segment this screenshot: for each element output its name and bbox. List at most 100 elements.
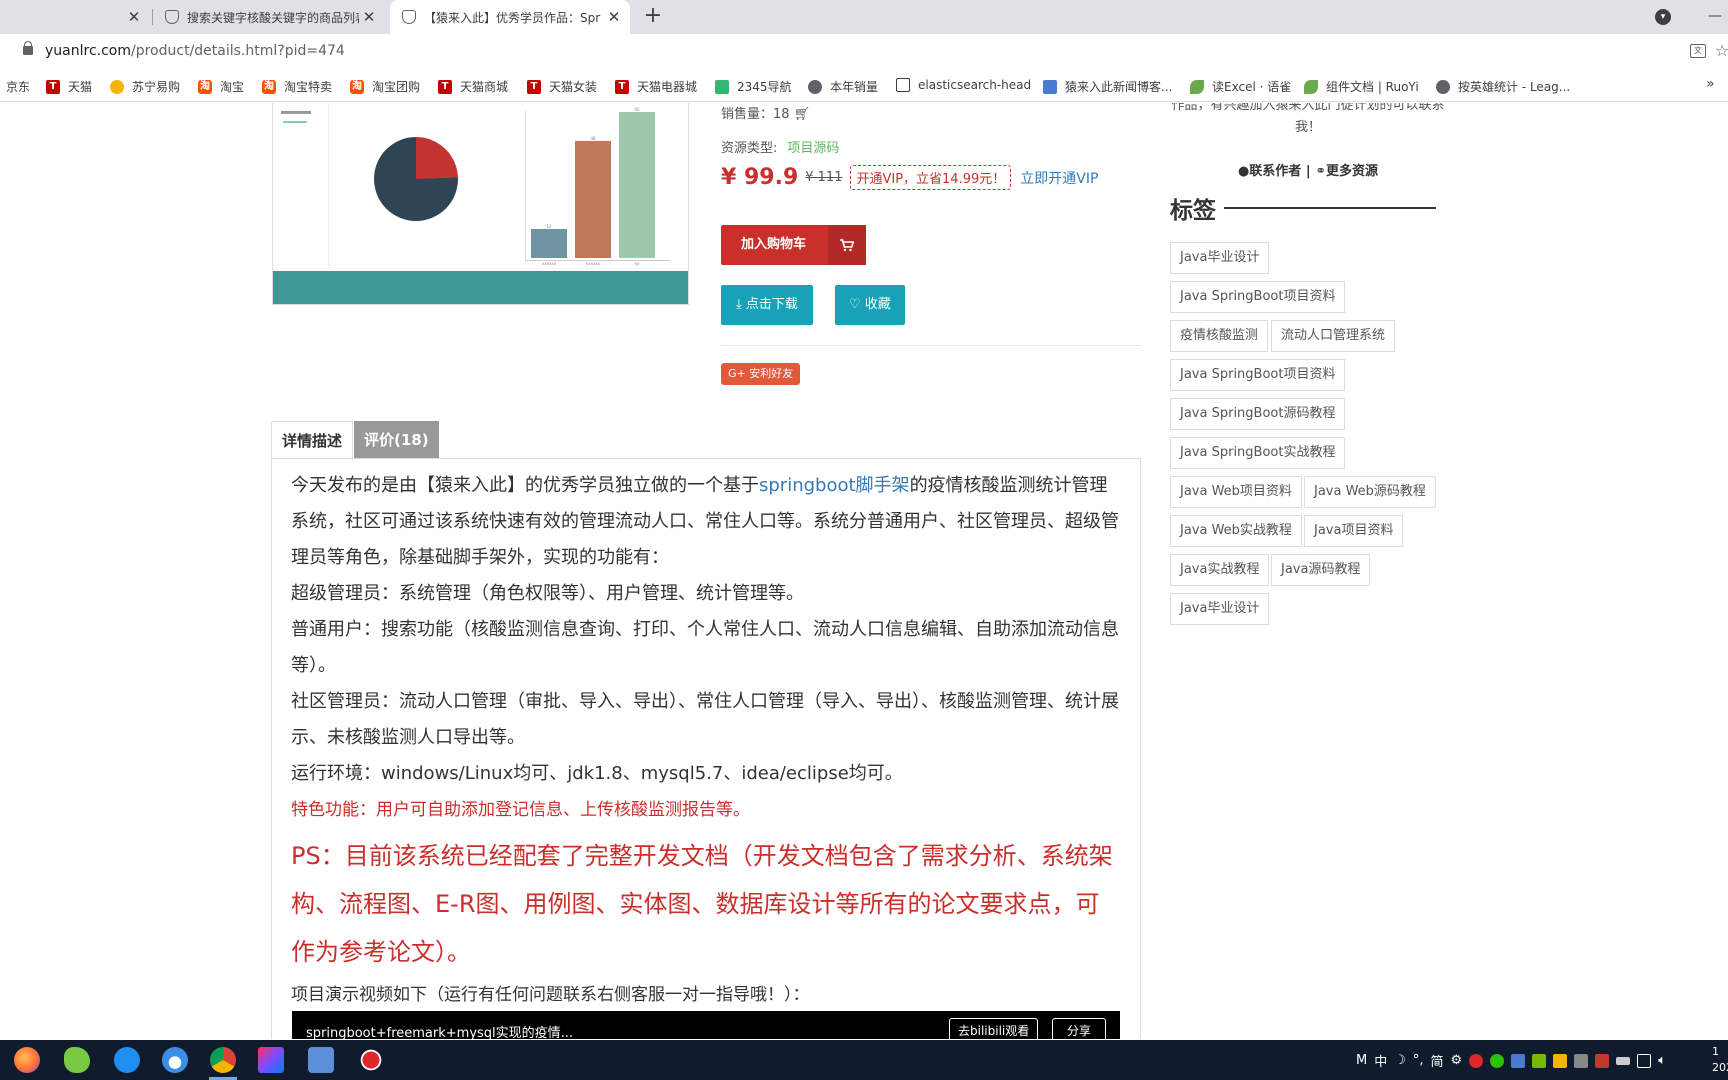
settings-icon[interactable]: ⚙ xyxy=(1451,1053,1463,1068)
product-preview-image[interactable]: 12 xxxxxx 48 xxxxxx 60 xx xyxy=(272,103,689,305)
intellij-idea-icon[interactable] xyxy=(258,1047,284,1073)
bookmark-item[interactable]: 2345导航 xyxy=(715,78,792,95)
tag-item[interactable]: Java源码教程 xyxy=(1271,554,1371,586)
firefox-icon[interactable] xyxy=(14,1047,40,1073)
bookmark-item[interactable]: 猿来入此新闻博客... xyxy=(1043,78,1172,95)
ime-punct-icon[interactable]: °, xyxy=(1413,1053,1424,1068)
taobao-icon: 淘 xyxy=(198,79,212,94)
close-icon[interactable]: ✕ xyxy=(604,8,624,26)
elasticsearch-icon xyxy=(896,78,910,92)
bookmark-item[interactable]: 苏宁易购 xyxy=(110,78,180,95)
tab-search-icon[interactable]: ▾ xyxy=(1655,9,1671,25)
preview-bar-label: xxxxxx xyxy=(541,261,557,266)
translate-icon[interactable]: 文 xyxy=(1690,44,1706,58)
video-share-button[interactable]: 分享 xyxy=(1052,1018,1107,1039)
tab-reviews[interactable]: 评价(18) xyxy=(354,421,439,459)
tag-item[interactable]: Java实战教程 xyxy=(1170,554,1270,586)
favorite-button[interactable]: ♡ 收藏 xyxy=(835,285,905,325)
bookmark-item[interactable]: T 天猫 xyxy=(46,78,92,95)
tag-item[interactable]: Java SpringBoot实战教程 xyxy=(1170,437,1346,469)
bookmark-item[interactable]: 京东 xyxy=(6,78,30,95)
contact-author-link[interactable]: 联系作者 xyxy=(1249,164,1301,179)
app-tray-icon[interactable] xyxy=(1574,1053,1589,1068)
chrome-icon[interactable] xyxy=(210,1047,236,1073)
bookmark-item[interactable]: T 天猫商城 xyxy=(438,78,508,95)
bookmark-label: 天猫女装 xyxy=(549,80,598,94)
url-field[interactable]: yuanlrc.com/product/details.html?pid=474 xyxy=(45,43,345,59)
share-friend-button[interactable]: G+ 安利好友 xyxy=(721,363,801,385)
tag-item[interactable]: Java项目资料 xyxy=(1304,515,1404,547)
wechat-icon[interactable] xyxy=(1490,1053,1505,1068)
ime-simplified-indicator[interactable]: 简 xyxy=(1431,1051,1444,1070)
app-tray-icon[interactable] xyxy=(1511,1053,1526,1068)
link-separator: | xyxy=(1305,164,1311,179)
battery-icon[interactable] xyxy=(1616,1056,1631,1065)
open-vip-link[interactable]: 立即开通VIP xyxy=(1020,168,1098,188)
bookmark-item[interactable]: 淘淘宝特卖 xyxy=(262,78,332,95)
add-to-cart-button[interactable]: 加入购物车 xyxy=(721,225,867,265)
springboot-link[interactable]: springboot脚手架 xyxy=(759,475,910,496)
tag-item[interactable]: Java Web实战教程 xyxy=(1170,515,1302,547)
network-icon[interactable] xyxy=(1637,1053,1652,1068)
system-clock[interactable]: 1202 xyxy=(1712,1044,1728,1076)
video-player[interactable]: springboot+freemark+mysql实现的疫情... 去bilib… xyxy=(292,1011,1120,1039)
bookmark-item[interactable]: 淘淘宝 xyxy=(198,78,244,95)
bookmark-star-icon[interactable]: ☆ xyxy=(1715,41,1728,60)
bookmark-item[interactable]: 本年销量 xyxy=(808,78,878,95)
community-admin-features: 社区管理员：流动人口管理（审批、导入、导出）、常住人口管理（导入、导出）、核酸监… xyxy=(291,691,1119,748)
tmall-icon: T xyxy=(438,79,452,94)
link-icon: ⚭ xyxy=(1315,164,1327,179)
bookmark-item[interactable]: 组件文档 | RuoYi xyxy=(1304,78,1419,95)
bookmark-item[interactable]: T 天猫电器城 xyxy=(615,78,697,95)
moon-icon[interactable]: ☽ xyxy=(1394,1053,1406,1068)
bookmark-item[interactable]: 淘淘宝团购 xyxy=(350,78,420,95)
more-resources-link[interactable]: 更多资源 xyxy=(1326,164,1378,179)
bookmark-item[interactable]: 读Excel · 语雀 xyxy=(1190,78,1291,95)
new-tab-button[interactable]: + xyxy=(640,4,666,30)
vip-discount-badge: 开通VIP，立省14.99元！ xyxy=(850,165,1012,190)
nvidia-icon[interactable] xyxy=(1532,1053,1547,1068)
security-shield-icon[interactable] xyxy=(1553,1053,1568,1068)
tag-item[interactable]: Java Web源码教程 xyxy=(1304,476,1436,508)
browser-tab-1[interactable]: ✕ xyxy=(0,0,150,34)
tag-item[interactable]: Java毕业设计 xyxy=(1170,242,1270,274)
ime-language-indicator[interactable]: 中 xyxy=(1374,1051,1387,1070)
tag-item[interactable]: 流动人口管理系统 xyxy=(1271,320,1396,352)
tag-item[interactable]: 疫情核酸监测 xyxy=(1170,320,1269,352)
record-tray-icon[interactable] xyxy=(1469,1053,1484,1068)
tag-item[interactable]: Java Web项目资料 xyxy=(1170,476,1302,508)
lock-icon[interactable] xyxy=(23,41,33,55)
tag-item[interactable]: Java SpringBoot源码教程 xyxy=(1170,398,1346,430)
globe-icon xyxy=(1436,79,1450,94)
bookmarks-overflow-button[interactable]: » xyxy=(1706,76,1715,92)
current-price: ¥ 99.9 xyxy=(721,165,799,190)
app-tray-icon[interactable] xyxy=(1595,1053,1610,1068)
bookmark-label: 猿来入此新闻博客... xyxy=(1065,80,1173,94)
download-button[interactable]: ⤓ 点击下载 xyxy=(721,285,813,325)
favorite-label: 收藏 xyxy=(864,297,891,312)
tab-description[interactable]: 详情描述 xyxy=(271,421,354,459)
xunlei-icon[interactable] xyxy=(64,1047,90,1073)
bookmark-item[interactable]: elasticsearch-head xyxy=(896,78,1031,92)
bookmark-item[interactable]: 按英雄统计 - Leag... xyxy=(1436,78,1570,95)
kugou-icon[interactable] xyxy=(114,1047,140,1073)
tag-item[interactable]: Java SpringBoot项目资料 xyxy=(1170,359,1346,391)
app-icon[interactable] xyxy=(308,1047,334,1073)
minimize-icon[interactable]: — xyxy=(1708,8,1722,24)
page-favicon-icon xyxy=(402,10,416,24)
tag-item[interactable]: Java SpringBoot项目资料 xyxy=(1170,281,1346,313)
browser-tab-3-active[interactable]: 【猿来入此】优秀学员作品：Spr ✕ xyxy=(390,0,630,34)
tag-item[interactable]: Java毕业设计 xyxy=(1170,593,1270,625)
watch-on-bilibili-button[interactable]: 去bilibili观看 xyxy=(949,1018,1039,1039)
close-icon[interactable]: ✕ xyxy=(359,8,379,26)
volume-icon[interactable]: 🔈︎ xyxy=(1658,1053,1666,1068)
bookmark-item[interactable]: T 天猫女装 xyxy=(527,78,597,95)
resource-type-value[interactable]: 项目源码 xyxy=(787,141,839,156)
record-icon[interactable] xyxy=(358,1047,384,1073)
yuque-icon xyxy=(1190,79,1204,94)
feishu-icon[interactable] xyxy=(162,1047,188,1073)
ime-mode-indicator[interactable]: M xyxy=(1356,1053,1367,1068)
browser-tab-2[interactable]: 搜索关键字核酸关键字的商品列表 ✕ xyxy=(155,0,385,34)
resource-type: 资源类型: 项目源码 xyxy=(721,137,839,156)
close-icon[interactable]: ✕ xyxy=(124,8,144,26)
